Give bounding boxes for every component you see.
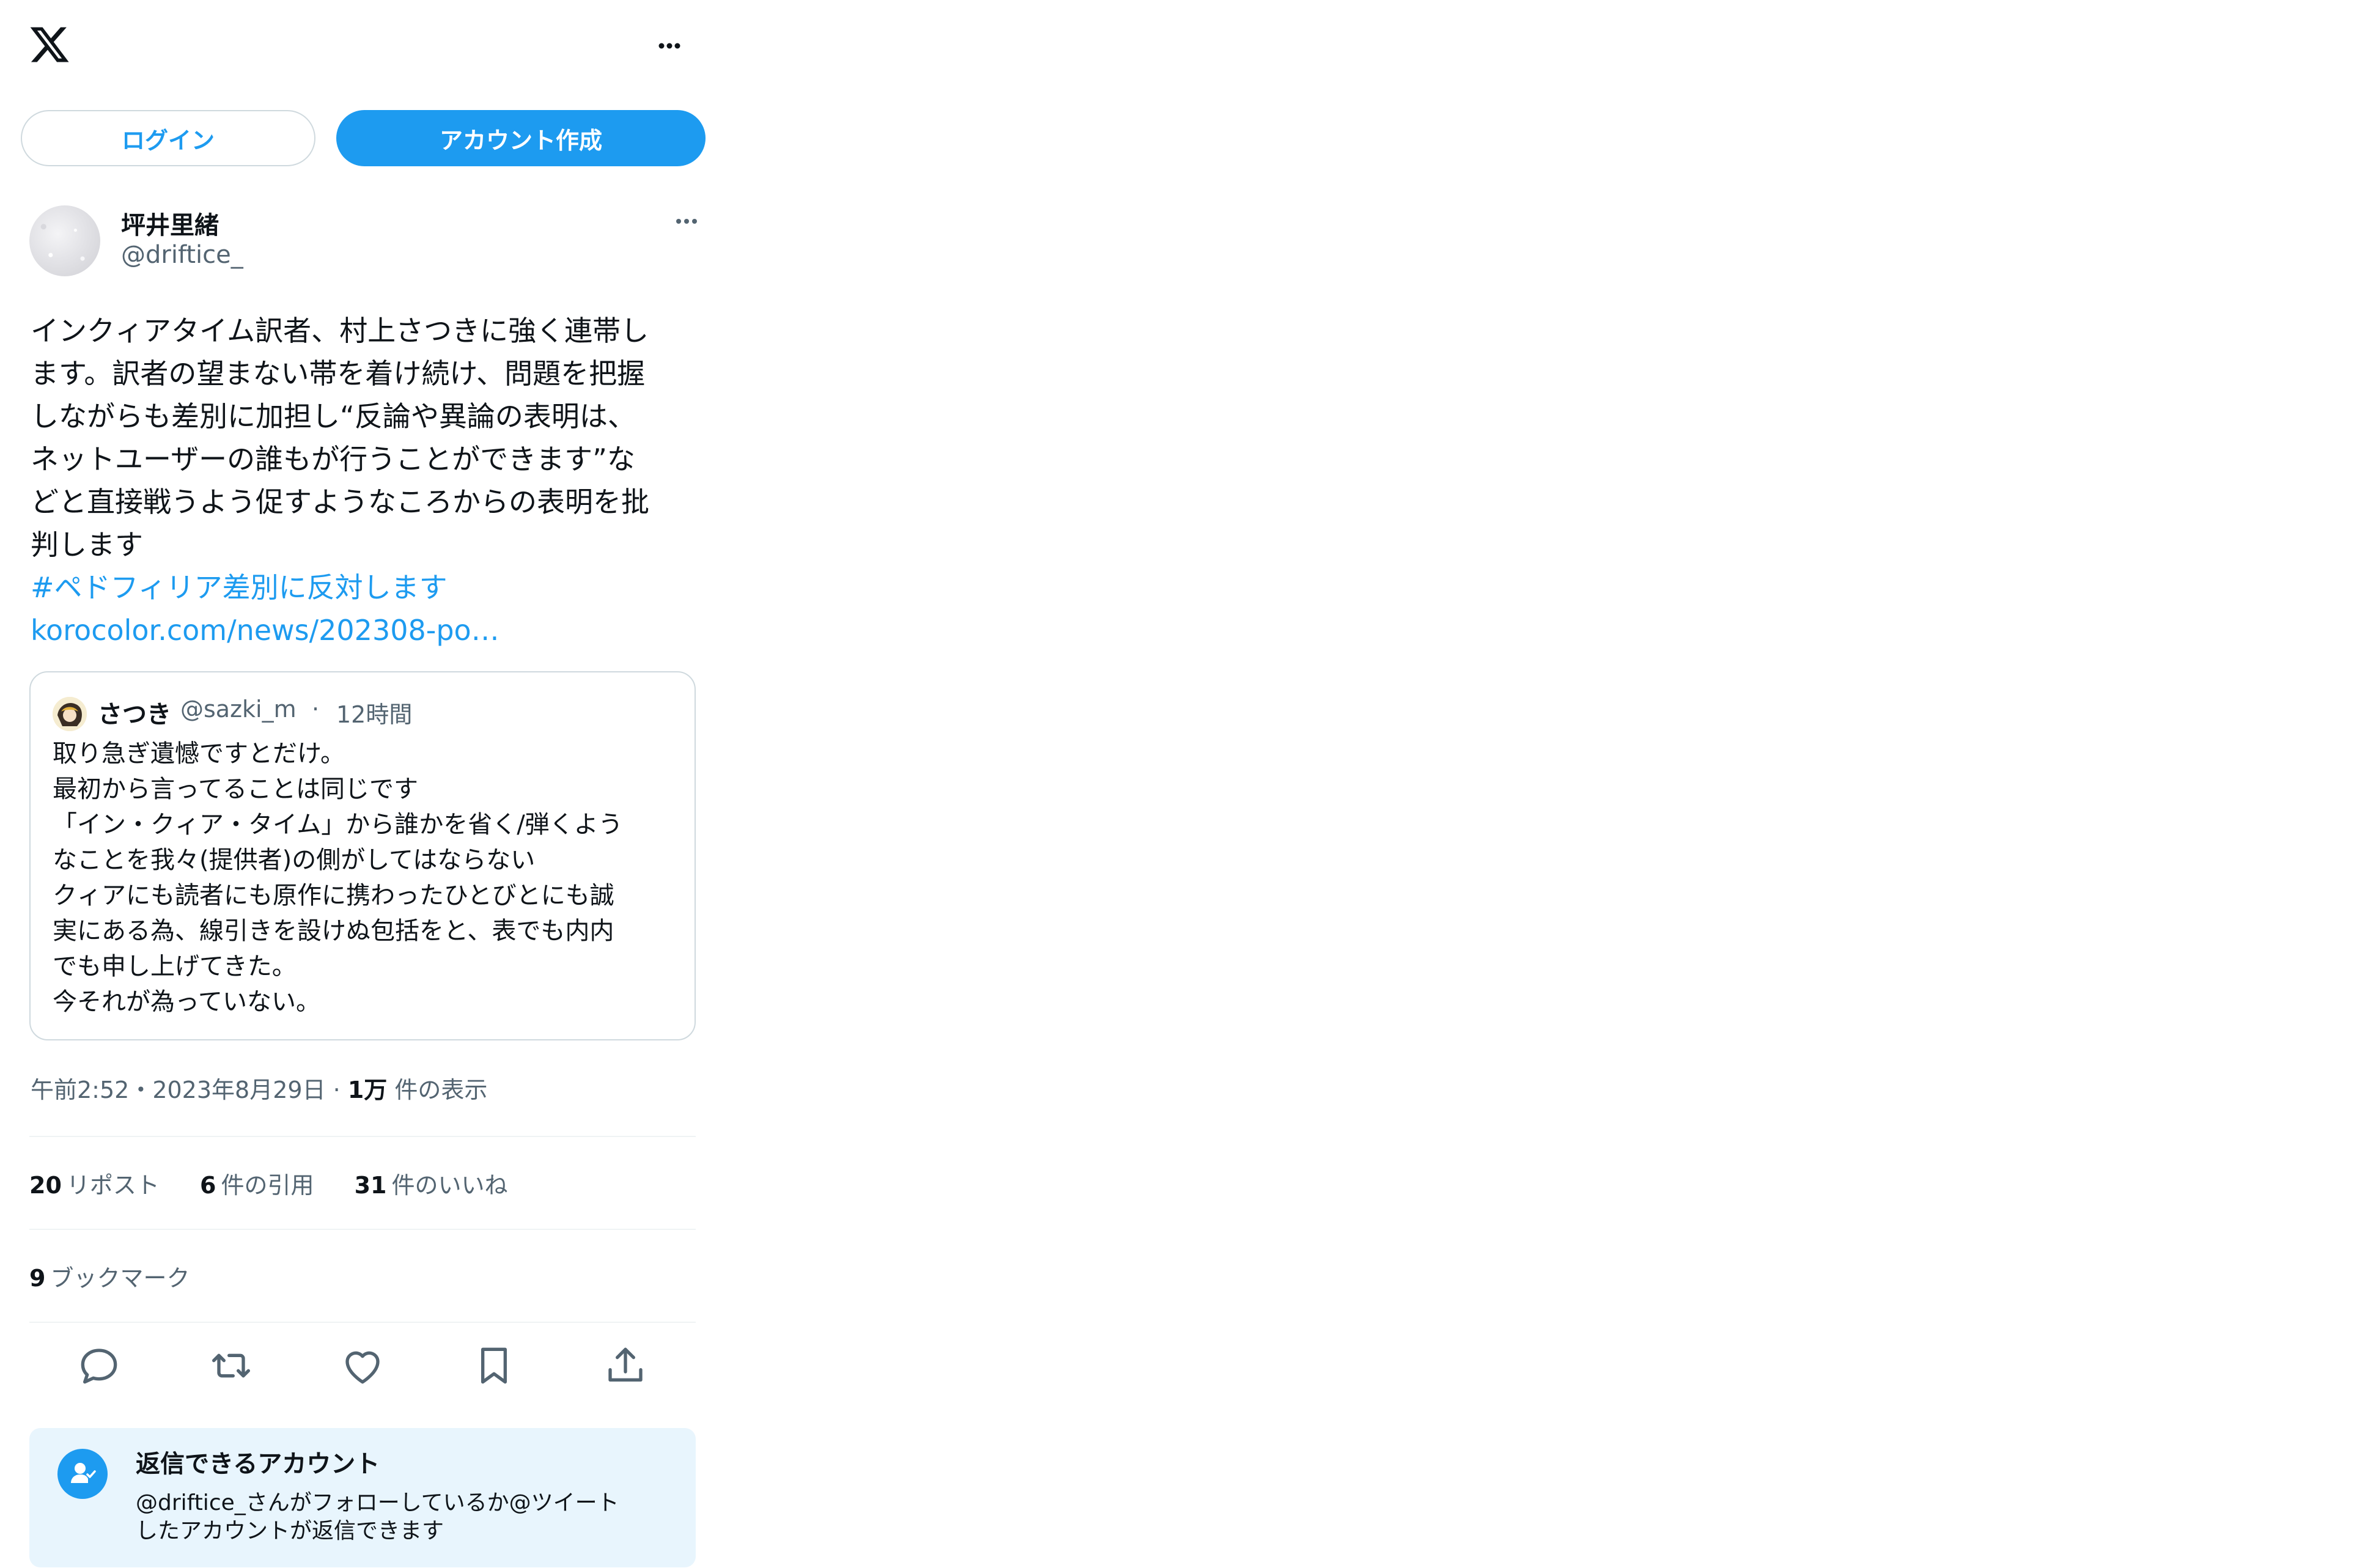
reply-settings-title: 返信できるアカウント bbox=[136, 1450, 380, 1478]
post-text-line: インクィアタイム訳者、村上さつきに強く連帯し bbox=[31, 314, 649, 347]
reply-settings-description: @driftice_さんがフォローしているか@ツイート したアカウントが返信でき… bbox=[136, 1490, 619, 1544]
reply-settings: 返信できるアカウント @driftice_さんがフォローしているか@ツイート し… bbox=[29, 1428, 696, 1567]
engagement-stats: 20 リポスト 6 件の引用 31 件のいいね bbox=[29, 1166, 540, 1200]
bookmarks-stat[interactable]: 9 ブックマーク bbox=[29, 1259, 190, 1293]
quoted-post[interactable]: さつき @sazki_m · 12時間 取り急ぎ遺憾ですとだけ。 最初から言って… bbox=[29, 671, 696, 1040]
post-text-line: ネットユーザーの誰もが行うことができます”な bbox=[31, 443, 635, 476]
views-label: 件の表示 bbox=[394, 1077, 488, 1103]
quote-text: 取り急ぎ遺憾ですとだけ。 最初から言ってることは同じです 「イン・クィア・タイム… bbox=[53, 736, 676, 1020]
quote-text-line: 取り急ぎ遺憾ですとだけ。 bbox=[53, 740, 345, 768]
quote-text-line: なことを我々(提供者)の側がしてはならない bbox=[53, 846, 536, 874]
quote-text-line: でも申し上げてきた。 bbox=[53, 952, 297, 981]
quote-author-name: さつき bbox=[98, 701, 171, 729]
post-text-line: 判します bbox=[31, 528, 143, 561]
quote-text-line: クィアにも読者にも原作に携わったひとびとにも誠 bbox=[53, 882, 614, 910]
user-check-icon bbox=[57, 1449, 108, 1499]
author-name[interactable]: 坪井里緒 bbox=[121, 205, 219, 241]
repost-icon[interactable] bbox=[207, 1341, 256, 1390]
post-meta: 午前2:52・2023年8月29日 · 1万 件の表示 bbox=[31, 1071, 487, 1105]
quote-time: 12時間 bbox=[336, 701, 413, 728]
post-text-line: しながらも差別に加担し“反論や異論の表明は、 bbox=[31, 400, 636, 433]
reply-icon[interactable] bbox=[75, 1341, 123, 1390]
divider bbox=[29, 1229, 696, 1230]
reposts-stat[interactable]: 20 リポスト bbox=[29, 1172, 160, 1199]
views-count: 1万 bbox=[347, 1077, 388, 1103]
meta-separator: · bbox=[333, 1077, 348, 1103]
quote-text-line: 「イン・クィア・タイム」から誰かを省く/弾くよう bbox=[53, 811, 623, 839]
bookmark-icon[interactable] bbox=[470, 1341, 518, 1390]
external-link[interactable]: korocolor.com/news/202308-po… bbox=[31, 609, 703, 652]
like-icon[interactable] bbox=[338, 1341, 387, 1390]
post-text: インクィアタイム訳者、村上さつきに強く連帯し ます。訳者の望まない帯を着け続け、… bbox=[31, 309, 703, 652]
post-text-line: どと直接戦うよう促すようなころからの表明を批 bbox=[31, 485, 649, 518]
avatar[interactable] bbox=[29, 205, 100, 276]
post-more-icon[interactable] bbox=[665, 209, 708, 234]
quotes-stat[interactable]: 6 件の引用 bbox=[200, 1172, 314, 1199]
quote-text-line: 最初から言ってることは同じです bbox=[53, 775, 418, 803]
signup-button[interactable]: アカウント作成 bbox=[336, 110, 706, 166]
x-logo-icon[interactable] bbox=[28, 23, 71, 66]
share-icon[interactable] bbox=[601, 1341, 650, 1390]
divider bbox=[29, 1322, 696, 1323]
quote-author-handle: @sazki_m bbox=[180, 696, 297, 723]
tweet-page: ログイン アカウント作成 坪井里緒 @driftice_ インクィアタイム訳者、… bbox=[0, 0, 709, 1568]
more-horizontal-icon[interactable] bbox=[648, 31, 691, 61]
top-bar bbox=[0, 0, 709, 98]
quote-avatar bbox=[53, 697, 87, 731]
quote-text-line: 今それが為っていない。 bbox=[53, 988, 320, 1016]
quote-separator: · bbox=[312, 696, 320, 723]
divider bbox=[29, 1136, 696, 1137]
post-text-line: ます。訳者の望まない帯を着け続け、問題を把握 bbox=[31, 357, 646, 390]
post-author: 坪井里緒 @driftice_ bbox=[29, 205, 702, 285]
author-handle[interactable]: @driftice_ bbox=[121, 241, 243, 269]
login-button[interactable]: ログイン bbox=[21, 110, 315, 166]
hashtag-link[interactable]: #ペドフィリア差別に反対します bbox=[31, 566, 703, 609]
quote-text-line: 実にある為、線引きを設けぬ包括をと、表でも内内 bbox=[53, 917, 614, 945]
action-bar bbox=[29, 1335, 696, 1396]
likes-stat[interactable]: 31 件のいいね bbox=[355, 1172, 508, 1199]
post-timestamp[interactable]: 午前2:52・2023年8月29日 bbox=[31, 1077, 326, 1103]
